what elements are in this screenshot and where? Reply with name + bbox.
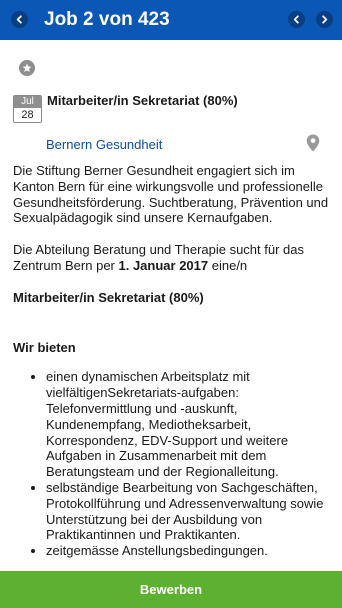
chevron-right-icon xyxy=(322,15,328,24)
date-month: Jul xyxy=(14,96,41,108)
list-item: zeitgemässe Anstellungsbedingungen. xyxy=(46,543,333,559)
list-item: einen dynamischen Arbeitsplatz mit vielf… xyxy=(46,369,333,480)
list-item: selbständige Bearbeitung von Sachgeschäf… xyxy=(46,480,333,543)
date-badge: Jul 28 xyxy=(13,95,42,123)
star-icon xyxy=(22,63,32,72)
map-pin-icon[interactable] xyxy=(306,134,320,152)
job-description: Die Stiftung Berner Gesundheit engagiert… xyxy=(13,163,333,559)
next-job-button[interactable] xyxy=(316,11,333,28)
start-date: 1. Januar 2017 xyxy=(118,257,209,273)
section-title: Wir bieten xyxy=(13,339,76,355)
intro-text: Die Stiftung Berner Gesundheit engagiert… xyxy=(13,163,329,226)
company-link[interactable]: Bernern Gesundheit xyxy=(46,137,162,153)
apply-label: Bewerben xyxy=(139,582,203,597)
top-bar: Job 2 von 423 xyxy=(0,0,342,40)
favorite-button[interactable] xyxy=(19,60,35,76)
page-title: Job 2 von 423 xyxy=(44,9,170,30)
position-title: Mitarbeiter/in Sekretariat (80%) xyxy=(13,289,204,305)
apply-button[interactable]: Bewerben xyxy=(0,571,342,608)
chevron-left-icon xyxy=(293,15,299,24)
job-title: Mitarbeiter/in Sekretariat (80%) xyxy=(47,93,238,108)
date-day: 28 xyxy=(14,108,41,122)
offers-list: einen dynamischen Arbeitsplatz mit vielf… xyxy=(13,369,333,559)
back-button[interactable] xyxy=(11,11,28,28)
search-text: Die Abteilung Beratung und Therapie such… xyxy=(13,242,333,274)
chevron-left-icon xyxy=(16,15,22,24)
previous-job-button[interactable] xyxy=(288,11,305,28)
search-suffix: eine/n xyxy=(208,257,248,273)
